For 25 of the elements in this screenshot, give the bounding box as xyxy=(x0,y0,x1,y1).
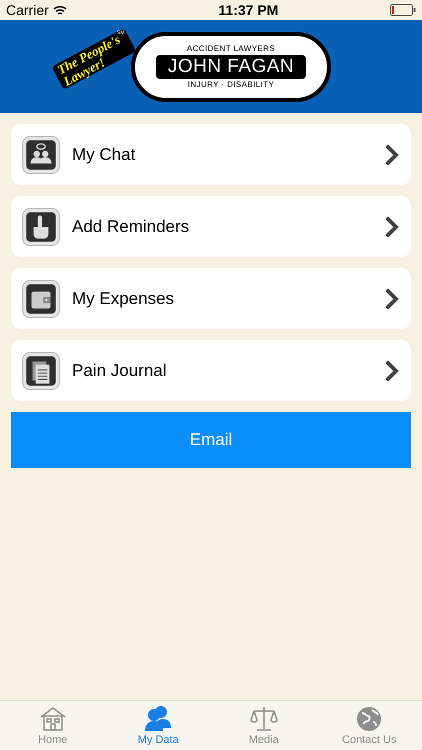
menu-row[interactable]: My Chat xyxy=(11,124,411,185)
chevron-icon xyxy=(385,144,399,166)
chevron-icon xyxy=(385,216,399,238)
hand-pointer-icon xyxy=(22,208,60,246)
tab-item[interactable]: Home xyxy=(0,701,106,750)
logo-tagline: ACCIDENT LAWYERS xyxy=(186,42,276,54)
document-icon xyxy=(22,352,60,390)
people-icon xyxy=(143,704,174,732)
battery-icon xyxy=(390,4,416,16)
logo-name: JOHN FAGAN xyxy=(156,54,306,78)
clock: 11:37 PM xyxy=(218,0,278,20)
menu-row[interactable]: Add Reminders xyxy=(11,196,411,257)
tab-item[interactable]: Media xyxy=(211,701,316,750)
menu-row[interactable]: Pain Journal xyxy=(11,340,411,401)
email-button[interactable]: Email xyxy=(11,412,411,468)
menu-row[interactable]: My Expenses xyxy=(11,268,411,329)
wifi-icon xyxy=(52,4,67,16)
logo-subtitle: INJURY · DISABILITY xyxy=(188,78,274,90)
wallet-icon xyxy=(22,280,60,318)
carrier-name: Carrier xyxy=(6,0,49,20)
people-icon xyxy=(22,136,60,174)
chevron-icon xyxy=(385,360,399,382)
chevron-icon xyxy=(385,288,399,310)
tab-item[interactable]: Contact Us xyxy=(316,701,422,750)
tab-item[interactable]: My Data xyxy=(106,701,211,750)
